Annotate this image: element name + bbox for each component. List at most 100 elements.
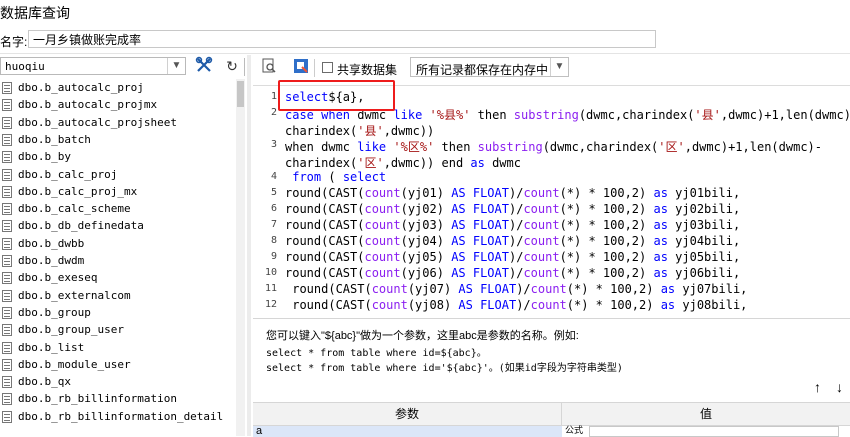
tree-item[interactable]: dbo.b_list [0,339,245,357]
code-line[interactable]: when dwmc like '%区%' then substring(dwmc… [285,138,822,155]
tree-item[interactable]: dbo.b_by [0,148,245,166]
code-token: count [364,202,401,216]
tree-item[interactable]: dbo.b_rb_billinformation_detail [0,408,245,426]
code-token: '区' [658,140,685,154]
tree-item[interactable]: dbo.b_module_user [0,356,245,374]
share-dataset-checkbox[interactable] [322,62,333,73]
code-line[interactable]: round(CAST(count(yj02) AS FLOAT)/count(*… [285,202,740,216]
tree-item[interactable]: dbo.b_group_user [0,321,245,339]
code-token: yj04bili, [667,234,741,248]
code-token: '区' [357,156,384,170]
code-token: )/ [516,298,531,312]
param-side-label: 公式 [565,425,584,435]
param-name-cell[interactable]: a [253,426,562,437]
code-token: dwmc [484,156,521,170]
wrench-tools-icon[interactable] [194,56,214,76]
code-token: count [523,202,560,216]
code-token: AS FLOAT [451,186,509,200]
table-icon [2,203,12,216]
code-line[interactable]: charindex('县',dwmc)) [285,122,434,139]
tree-item[interactable]: dbo.b_calc_proj_mx [0,183,245,201]
code-token: AS FLOAT [451,202,509,216]
code-token: then [470,108,514,122]
code-token: yj03bili, [667,218,741,232]
tree-item-label: dbo.b_by [18,150,71,164]
panel-splitter[interactable] [247,55,251,436]
left-scrollbar[interactable] [236,79,245,436]
tree-item-label: dbo.b_calc_proj [18,167,118,181]
code-line[interactable]: round(CAST(count(yj06) AS FLOAT)/count(*… [285,266,740,280]
code-token: substring [513,108,579,122]
left-scrollbar-thumb[interactable] [237,81,244,107]
table-icon [2,289,12,302]
tree-item[interactable]: dbo.b_calc_scheme [0,200,245,218]
tree-item[interactable]: dbo.b_autocalc_projsheet [0,114,245,132]
code-token: (*) * 100,2) [566,298,661,312]
table-row[interactable]: a 公式 [253,426,850,437]
code-line[interactable]: round(CAST(count(yj04) AS FLOAT)/count(*… [285,234,740,248]
code-token: AS FLOAT [451,218,509,232]
code-line[interactable]: charindex('区',dwmc)) end as dwmc [285,154,521,171]
tree-item[interactable]: dbo.b_autocalc_projmx [0,96,245,114]
code-token: round(CAST( [285,266,365,280]
code-line[interactable]: round(CAST(count(yj03) AS FLOAT)/count(*… [285,218,740,232]
code-token: yj02bili, [667,202,741,216]
line-number: 4 [270,171,277,182]
code-token: like [357,140,387,154]
code-line[interactable]: round(CAST(count(yj05) AS FLOAT)/count(*… [285,250,740,264]
params-table[interactable]: 参数 值 a 公式 [253,402,850,437]
tree-item[interactable]: dbo.b_dwdm [0,252,245,270]
table-icon [2,168,12,181]
line-number: 1 [270,91,277,102]
preview-icon[interactable] [259,58,279,78]
arrow-up-icon[interactable]: ↑ [814,379,821,395]
param-value-input[interactable] [589,426,839,437]
code-token: (*) * 100,2) [559,186,654,200]
tree-item[interactable]: dbo.b_externalcom [0,287,245,305]
code-token: yj05bili, [667,250,741,264]
tree-item[interactable]: dbo.b_dwbb [0,235,245,253]
code-token: like [393,108,423,122]
code-token: count [364,250,401,264]
code-token: )/ [508,186,524,200]
code-line[interactable]: round(CAST(count(yj08) AS FLOAT)/count(*… [285,298,747,312]
tree-item[interactable]: dbo.b_batch [0,131,245,149]
database-select[interactable]: huoqiu ▼ [0,57,186,75]
tree-item[interactable]: dbo.b_calc_proj [0,166,245,184]
run-query-icon[interactable] [291,58,311,78]
code-token: select [342,170,387,184]
tree-item[interactable]: dbo.b_rb_billinformation [0,390,245,408]
annotation-highlight-box [278,80,395,111]
tree-item[interactable]: dbo.b_exeseq [0,269,245,287]
header-divider [0,53,850,54]
line-number: 10 [264,267,277,278]
arrow-down-icon[interactable]: ↓ [836,379,843,395]
table-icon [2,358,12,371]
code-token: round(CAST( [285,234,365,248]
sql-editor[interactable]: 1 2 3 4 5 6 7 8 9 10 11 12 select${a}, case when dwm… [253,85,850,318]
tree-item[interactable]: dbo.b_db_definedata [0,217,245,235]
code-token: ,dwmc)) [383,124,435,138]
memory-mode-select[interactable]: 所有记录都保存在内存中 ▼ [410,57,569,77]
tree-item[interactable]: dbo.b_autocalc_proj [0,79,245,97]
tree-item[interactable]: dbo.b_group [0,304,245,322]
tree-item[interactable]: dbo.b_qx [0,373,245,391]
code-token: as [653,266,668,280]
code-token: count [530,282,567,296]
code-line[interactable]: round(CAST(count(yj01) AS FLOAT)/count(*… [285,186,740,200]
code-token: (yj08) [407,298,459,312]
tree-item-label: dbo.b_rb_billinformation_detail [18,409,224,423]
table-icon [2,376,12,389]
line-number: 8 [270,235,277,246]
code-line[interactable]: round(CAST(count(yj07) AS FLOAT)/count(*… [285,282,747,296]
code-token: yj01bili, [667,186,741,200]
hint-line-3: select * from table where id='${abc}'。(如… [266,363,623,374]
name-input[interactable] [28,30,656,48]
share-dataset-label: 共享数据集 [337,63,398,77]
table-tree[interactable]: dbo.b_autocalc_proj dbo.b_autocalc_projmx… [0,79,245,436]
tree-item-label: dbo.b_group_user [18,323,124,337]
code-line[interactable]: from ( select [285,170,386,184]
refresh-icon[interactable]: ↻ [222,56,242,76]
tree-item-label: dbo.b_dwdm [18,254,85,267]
code-token: then [434,140,478,154]
